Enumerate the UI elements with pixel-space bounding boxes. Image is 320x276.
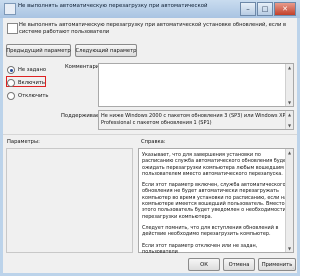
policy-icon: [4, 3, 16, 15]
resize-grip-icon[interactable]: ⋰: [290, 265, 296, 272]
supported-text: Не ниже Windows 2000 с пакетом обновлени…: [101, 113, 286, 126]
radio-disabled-label: Отключить: [18, 93, 49, 99]
header-row: Не выполнять автоматическую перезагрузку…: [3, 18, 297, 42]
next-setting-button[interactable]: Следующий параметр: [75, 44, 137, 57]
scroll-up-icon[interactable]: ▲: [286, 149, 293, 156]
help-label: Справка:: [141, 139, 166, 145]
help-paragraph: Следует помнить, что для вступления обно…: [142, 224, 279, 238]
comment-textarea[interactable]: ▲ ▼: [98, 63, 294, 107]
radio-dot-icon: [7, 79, 15, 87]
radio-dot-icon: [7, 66, 15, 74]
policy-dialog-window: Не выполнять автоматическую перезагрузку…: [0, 0, 300, 276]
maximize-button[interactable]: □: [257, 2, 273, 16]
window-title: Не выполнять автоматическую перезагрузку…: [18, 3, 208, 9]
cancel-button[interactable]: Отмена: [223, 258, 255, 271]
radio-not-configured[interactable]: Не задано: [7, 66, 46, 74]
radio-dot-icon: [7, 92, 15, 100]
scroll-down-icon[interactable]: ▼: [286, 245, 293, 252]
comment-scrollbar[interactable]: ▲ ▼: [285, 64, 293, 106]
parameters-panel: [6, 148, 133, 253]
parameters-label: Параметры:: [7, 139, 40, 145]
title-bar[interactable]: Не выполнять автоматическую перезагрузку…: [0, 0, 300, 18]
policy-heading: Не выполнять автоматическую перезагрузку…: [19, 22, 287, 35]
supported-on-box: Не ниже Windows 2000 с пакетом обновлени…: [98, 110, 294, 130]
help-paragraph: Указывает, что для завершения установки …: [142, 152, 289, 177]
help-paragraph: Если этот параметр отключен или не задан…: [142, 242, 258, 255]
section-divider: [3, 134, 297, 135]
scroll-down-icon[interactable]: ▼: [286, 122, 293, 129]
supported-scrollbar[interactable]: ▲ ▼: [285, 111, 293, 129]
radio-disabled[interactable]: Отключить: [7, 92, 48, 100]
close-button[interactable]: ✕: [274, 2, 296, 16]
scroll-up-icon[interactable]: ▲: [286, 111, 293, 118]
scroll-down-icon[interactable]: ▼: [286, 99, 293, 106]
scroll-up-icon[interactable]: ▲: [286, 64, 293, 71]
previous-setting-button[interactable]: Предыдущий параметр: [6, 44, 71, 57]
help-panel: Указывает, что для завершения установки …: [138, 148, 294, 255]
window-controls: – □ ✕: [239, 2, 296, 16]
ok-button[interactable]: ОК: [188, 258, 220, 271]
minimize-button[interactable]: –: [240, 2, 256, 16]
dialog-client-area: Не выполнять автоматическую перезагрузку…: [3, 18, 297, 273]
help-scrollbar[interactable]: ▲ ▼: [285, 149, 293, 252]
radio-enabled-label: Включить: [18, 80, 45, 86]
radio-enabled[interactable]: Включить: [7, 79, 45, 87]
setting-icon: [7, 23, 18, 34]
radio-not-configured-label: Не задано: [18, 67, 47, 73]
help-text: Указывает, что для завершения установки …: [139, 149, 293, 263]
help-paragraph: Если этот параметр включен, служба автом…: [142, 182, 288, 220]
